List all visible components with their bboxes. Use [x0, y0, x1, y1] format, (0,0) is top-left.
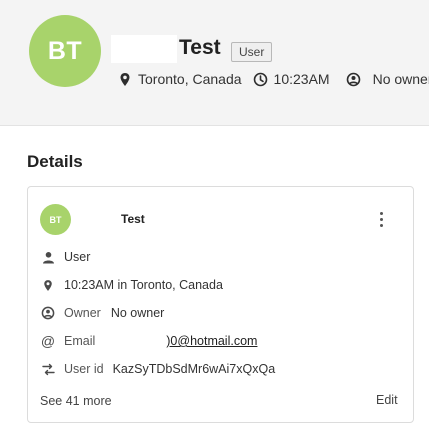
details-card: BT Test User 10:23AM in Toronto, Canada …	[27, 186, 414, 423]
location-pin-icon	[40, 277, 56, 293]
owner-status-text: No owner	[372, 71, 429, 87]
owner-value: No owner	[110, 306, 165, 320]
owner-icon	[346, 71, 362, 87]
redacted-name	[111, 35, 177, 63]
header-meta: Toronto, Canada 10:23AM No owner	[117, 70, 429, 88]
page-title: Test	[179, 36, 221, 59]
details-heading: Details	[27, 152, 83, 171]
owner-label: Owner	[64, 306, 101, 320]
owner-icon	[40, 305, 56, 321]
location-text: Toronto, Canada	[138, 71, 242, 87]
card-name: Test	[121, 212, 145, 226]
role-value: User	[64, 250, 91, 264]
role-badge: User	[231, 42, 273, 62]
local-time-text: 10:23AM	[273, 71, 330, 87]
see-more-link[interactable]: See 41 more	[40, 394, 112, 408]
at-sign-icon: @	[40, 333, 56, 349]
avatar: BT	[40, 204, 71, 235]
time-location-value: 10:23AM in Toronto, Canada	[64, 278, 223, 292]
time-location-row: 10:23AM in Toronto, Canada	[40, 276, 223, 294]
email-label: Email	[64, 334, 96, 348]
email-row: @ Email )0@hotmail.com	[40, 332, 258, 350]
owner-row: Owner No owner	[40, 304, 164, 322]
userid-value: KazSyTDbSdMr6wAi7xQxQa	[112, 362, 276, 376]
redacted-email	[104, 334, 167, 348]
kebab-menu-icon[interactable]	[371, 209, 391, 229]
shuffle-icon	[40, 361, 56, 377]
avatar: BT	[29, 15, 101, 87]
userid-row: User id KazSyTDbSdMr6wAi7xQxQa	[40, 360, 275, 378]
role-row: User	[40, 248, 90, 266]
person-icon	[40, 249, 56, 265]
profile-header: BT Test User Toronto, Canada 10:23AM No …	[0, 0, 429, 126]
location-pin-icon	[117, 71, 133, 87]
clock-icon	[253, 71, 269, 87]
userid-label: User id	[64, 362, 104, 376]
email-link[interactable]: )0@hotmail.com	[166, 334, 257, 348]
edit-link[interactable]: Edit	[376, 393, 398, 407]
